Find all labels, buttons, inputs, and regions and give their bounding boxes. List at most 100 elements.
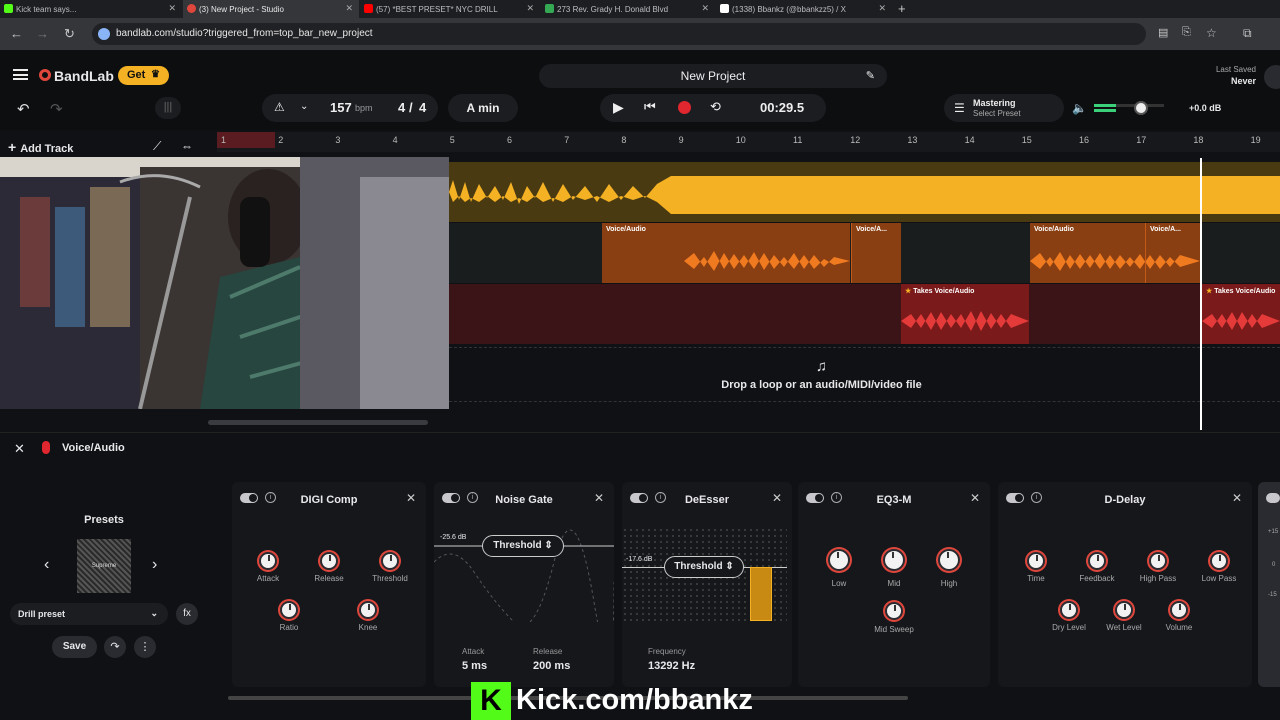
- feedback-knob[interactable]: [1088, 552, 1106, 570]
- extensions-icon[interactable]: ⧉: [1243, 26, 1252, 41]
- ratio-knob[interactable]: [280, 601, 298, 619]
- knob-label: Low: [831, 579, 847, 588]
- timeline-ruler[interactable]: 1 2 3 4 5 6 7 8 9 10 11 12 13 14 15 16 17 18 19: [217, 132, 1280, 152]
- chevron-right-icon[interactable]: ›: [152, 556, 157, 574]
- time-knob[interactable]: [1027, 552, 1045, 570]
- browser-tab[interactable]: (57) *BEST PRESET* NYC DRILL ✕: [360, 0, 540, 18]
- chevron-down-icon[interactable]: ⌄: [300, 101, 308, 112]
- browser-tab[interactable]: (1338) Bbankz (@bbankzz5) / X ✕: [716, 0, 892, 18]
- track-lane[interactable]: [449, 162, 1280, 222]
- chevron-left-icon[interactable]: ‹: [44, 556, 49, 574]
- mastering-button[interactable]: ☰ Mastering Select Preset: [944, 94, 1064, 122]
- loop-icon[interactable]: ⟲: [710, 99, 721, 115]
- automation-icon[interactable]: ⟋: [153, 139, 161, 154]
- frequency-band[interactable]: [750, 567, 772, 621]
- high-pass-knob[interactable]: [1149, 552, 1167, 570]
- close-tab-icon[interactable]: ✕: [878, 3, 886, 14]
- install-icon[interactable]: ⎘: [1182, 26, 1191, 39]
- master-volume-slider[interactable]: [1094, 101, 1164, 115]
- project-title-field[interactable]: New Project ✎: [539, 64, 887, 88]
- high-knob[interactable]: [938, 549, 960, 571]
- gate-threshold-handle[interactable]: Threshold ⇕: [482, 535, 564, 557]
- mid-knob[interactable]: [883, 549, 905, 571]
- effect-toggle[interactable]: [1266, 493, 1280, 503]
- timeline-scrollbar[interactable]: [208, 420, 428, 425]
- threshold-knob[interactable]: [381, 552, 399, 570]
- knee-knob[interactable]: [359, 601, 377, 619]
- menu-icon[interactable]: [13, 69, 28, 80]
- reader-icon[interactable]: ▤: [1158, 26, 1168, 39]
- get-membership-button[interactable]: Get ♛: [118, 66, 169, 85]
- close-effect-icon[interactable]: ✕: [772, 491, 782, 505]
- reset-fx-icon[interactable]: fx: [176, 603, 198, 625]
- youtube-favicon-icon: [364, 4, 373, 13]
- record-icon[interactable]: [678, 101, 691, 114]
- track-lane[interactable]: ★ Takes Voice/Audio ★ Takes Voice/Audio: [449, 284, 1280, 344]
- low-knob[interactable]: [828, 549, 850, 571]
- piano-icon[interactable]: |||: [155, 97, 181, 119]
- browser-tab-active[interactable]: (3) New Project - Studio ✕: [183, 0, 359, 18]
- release-knob[interactable]: [320, 552, 338, 570]
- close-tab-icon[interactable]: ✕: [526, 3, 534, 14]
- drop-zone[interactable]: ♫ Drop a loop or an audio/MIDI/video fil…: [449, 347, 1280, 402]
- redo-icon[interactable]: ↷: [50, 100, 63, 118]
- attack-value[interactable]: 5 ms: [462, 660, 487, 672]
- bpm-value[interactable]: 157: [330, 100, 352, 115]
- low-pass-knob[interactable]: [1210, 552, 1228, 570]
- deesser-threshold-handle[interactable]: Threshold ⇕: [664, 556, 744, 578]
- scale-tick: -15: [1268, 592, 1277, 598]
- close-effect-icon[interactable]: ✕: [1232, 491, 1242, 505]
- skip-back-icon[interactable]: ⏮: [644, 99, 656, 115]
- more-options-icon[interactable]: ⋮: [134, 636, 156, 658]
- browser-tab[interactable]: 273 Rev. Grady H. Donald Blvd ✕: [541, 0, 715, 18]
- time-signature-numerator[interactable]: 4: [398, 100, 405, 115]
- close-tab-icon[interactable]: ✕: [701, 3, 709, 14]
- release-value[interactable]: 200 ms: [533, 660, 570, 672]
- forward-icon[interactable]: →: [36, 26, 49, 41]
- browser-tab[interactable]: Kick team says... ✕: [0, 0, 182, 18]
- knob-label: Mid: [887, 579, 901, 588]
- browser-toolbar: ← → ↻ bandlab.com/studio?triggered_from=…: [0, 18, 1280, 50]
- reload-icon[interactable]: ↻: [64, 26, 75, 42]
- presets-panel: Presets ‹ Supreme › Drill preset ⌄ fx Sav…: [0, 500, 215, 680]
- share-button[interactable]: [1264, 65, 1280, 89]
- back-icon[interactable]: ←: [10, 26, 23, 41]
- play-icon[interactable]: ▶: [613, 99, 624, 116]
- metronome-icon[interactable]: ⚠: [274, 100, 285, 114]
- attack-knob[interactable]: [259, 552, 277, 570]
- time-signature-denominator[interactable]: 4: [419, 100, 426, 115]
- share-preset-icon[interactable]: ↷: [104, 636, 126, 658]
- audio-clip[interactable]: Voice/A...: [1145, 223, 1200, 283]
- close-effect-icon[interactable]: ✕: [406, 491, 416, 505]
- new-tab-button[interactable]: +: [898, 1, 906, 16]
- key-selector[interactable]: A min: [448, 94, 518, 122]
- frequency-value[interactable]: 13292 Hz: [648, 660, 695, 672]
- site-info-icon[interactable]: [98, 28, 110, 40]
- track-lane[interactable]: Voice/Audio Voice/A... Voice/Audio Voice…: [449, 223, 1280, 283]
- mid-sweep-knob[interactable]: [885, 602, 903, 620]
- takes-clip[interactable]: ★ Takes Voice/Audio: [1202, 284, 1280, 344]
- audio-clip[interactable]: Voice/Audio: [602, 223, 850, 283]
- dry-level-knob[interactable]: [1060, 601, 1078, 619]
- close-tab-icon[interactable]: ✕: [168, 3, 176, 14]
- speaker-icon[interactable]: 🔈: [1072, 101, 1087, 115]
- playhead[interactable]: [1200, 158, 1202, 430]
- bookmark-star-icon[interactable]: ☆: [1206, 26, 1217, 40]
- save-preset-button[interactable]: Save: [52, 636, 97, 658]
- close-panel-icon[interactable]: ✕: [14, 441, 25, 457]
- takes-clip[interactable]: ★ Takes Voice/Audio: [901, 284, 1029, 344]
- wet-level-knob[interactable]: [1115, 601, 1133, 619]
- undo-icon[interactable]: ↶: [17, 100, 30, 118]
- address-bar[interactable]: bandlab.com/studio?triggered_from=top_ba…: [92, 23, 1146, 45]
- preset-thumbnail[interactable]: Supreme: [77, 539, 131, 593]
- add-track-button[interactable]: + Add Track: [8, 139, 73, 155]
- close-tab-icon[interactable]: ✕: [345, 3, 353, 14]
- volume-thumb[interactable]: [1134, 101, 1148, 115]
- audio-clip[interactable]: Voice/A...: [851, 223, 901, 283]
- preset-dropdown[interactable]: Drill preset ⌄: [10, 603, 168, 625]
- volume-knob[interactable]: [1170, 601, 1188, 619]
- close-effect-icon[interactable]: ✕: [594, 491, 604, 505]
- close-effect-icon[interactable]: ✕: [970, 491, 980, 505]
- edit-pencil-icon[interactable]: ✎: [866, 69, 875, 82]
- fit-icon[interactable]: ⇔: [181, 139, 193, 153]
